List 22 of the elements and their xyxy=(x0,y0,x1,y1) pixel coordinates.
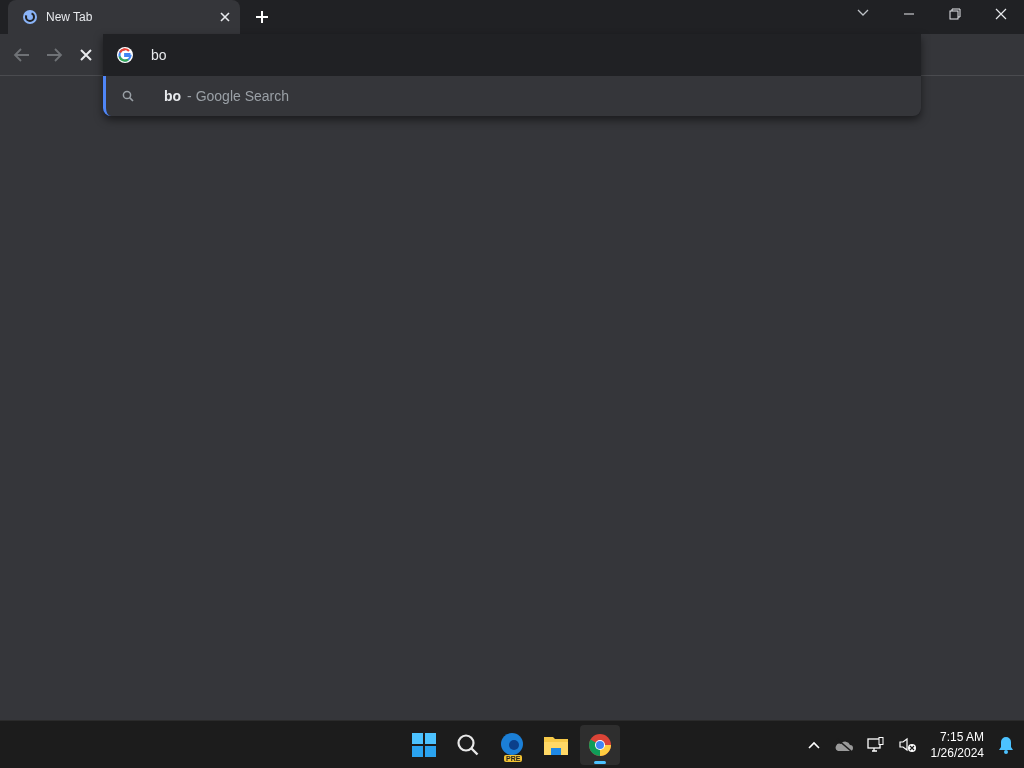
close-icon[interactable] xyxy=(220,12,230,22)
suggestion-item[interactable]: bo - Google Search xyxy=(103,76,921,116)
active-indicator xyxy=(594,760,606,764)
search-icon xyxy=(122,90,134,102)
loading-icon xyxy=(22,9,38,25)
chevron-up-icon[interactable] xyxy=(806,739,821,750)
muted-speaker-icon[interactable] xyxy=(898,736,917,753)
browser-tab[interactable]: New Tab xyxy=(8,0,240,34)
windows-logo-icon[interactable] xyxy=(411,731,437,758)
clock-time[interactable]: 7:15 AM xyxy=(939,729,984,744)
network-icon[interactable] xyxy=(866,736,885,753)
taskbar-app[interactable] xyxy=(580,724,620,765)
edge-icon[interactable] xyxy=(499,731,525,758)
chrome-icon[interactable] xyxy=(588,732,612,757)
suggestion-description: - Google Search xyxy=(187,88,290,104)
bell-icon[interactable] xyxy=(998,735,1014,754)
suggestion-match: bo xyxy=(164,88,182,104)
address-field[interactable]: bo xyxy=(151,47,211,63)
google-icon xyxy=(117,47,133,63)
tab-title: New Tab xyxy=(46,10,94,24)
search-icon[interactable] xyxy=(456,732,480,757)
clock-date[interactable]: 1/26/2024 xyxy=(930,745,984,760)
